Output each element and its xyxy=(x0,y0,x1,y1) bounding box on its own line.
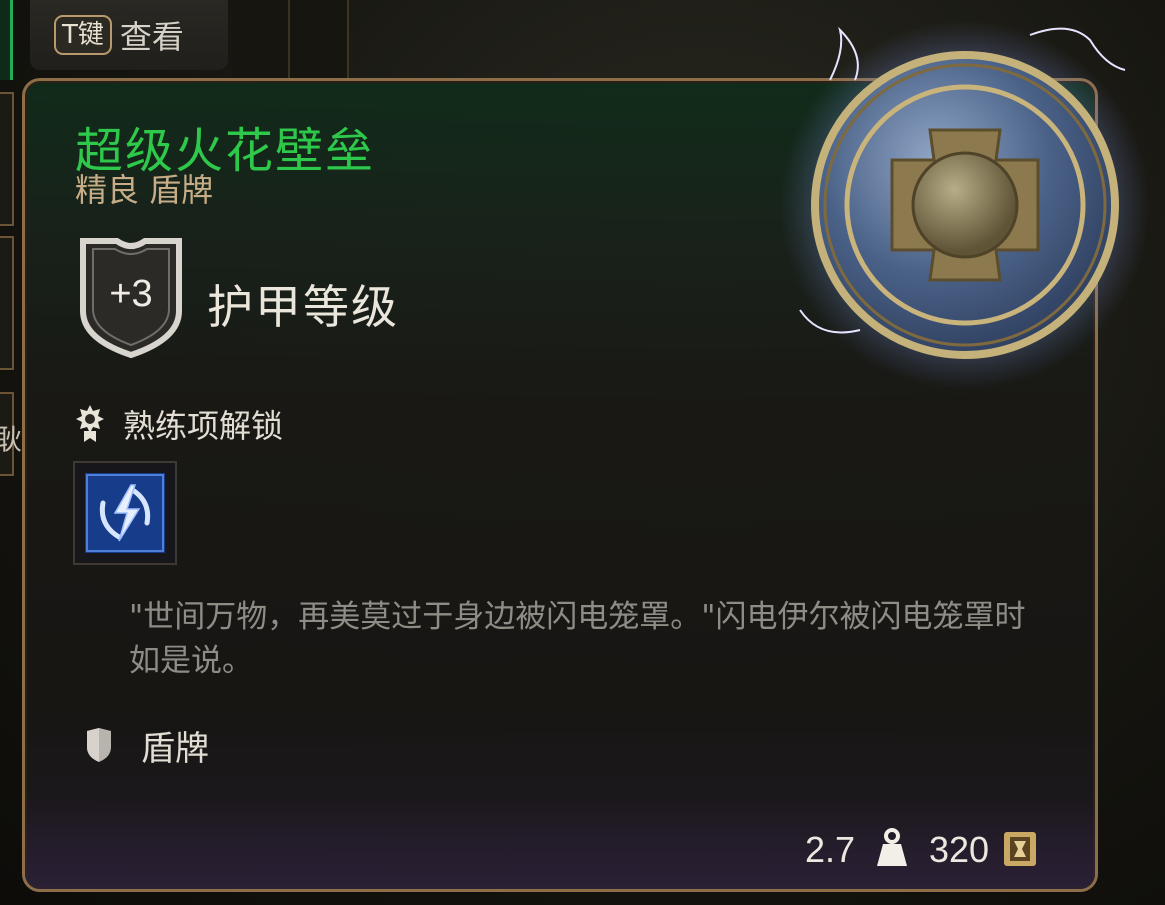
proficiency-spell-slot[interactable] xyxy=(73,461,177,565)
item-rarity-type: 精良 盾牌 xyxy=(75,171,214,209)
proficiency-icon xyxy=(76,405,104,442)
proficiency-label: 熟练项解锁 xyxy=(123,407,284,445)
left-panel-edge xyxy=(0,0,13,80)
left-slot[interactable] xyxy=(0,92,14,226)
lightning-shield-icon xyxy=(85,473,165,553)
t-key-badge: T键 xyxy=(54,15,112,55)
left-slot[interactable] xyxy=(0,236,14,370)
weight-icon xyxy=(877,828,907,866)
armor-label: 护甲等级 xyxy=(207,280,399,334)
shield-type-icon xyxy=(87,728,111,762)
inspect-hint[interactable]: T键 查看 xyxy=(30,0,228,70)
left-cut-text: 耿 xyxy=(0,423,23,456)
flavor-text: "世间万物，再美莫过于身边被闪电笼罩。"闪电伊尔被闪电笼罩时如是说。 xyxy=(129,599,1026,679)
item-price: 320 xyxy=(929,829,990,870)
item-category: 盾牌 xyxy=(141,729,209,769)
gold-coin-icon xyxy=(1004,832,1036,866)
inspect-label: 查看 xyxy=(119,18,184,56)
top-panel xyxy=(232,0,349,78)
shield-item-image xyxy=(780,20,1150,390)
armor-value: +3 xyxy=(109,273,153,315)
item-weight: 2.7 xyxy=(805,829,856,870)
